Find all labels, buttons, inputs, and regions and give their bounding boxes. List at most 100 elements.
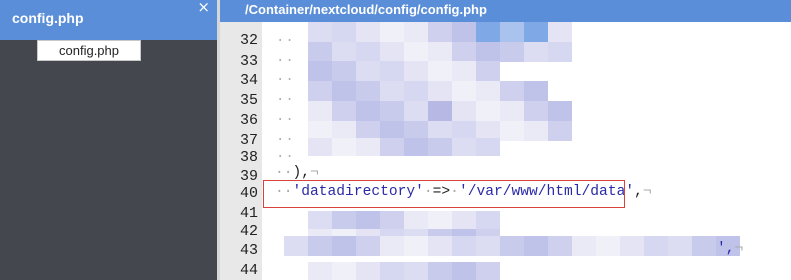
redaction-block <box>332 236 356 256</box>
redaction-block <box>308 101 332 121</box>
indent-marker: ·· <box>276 112 295 128</box>
redaction-block <box>572 236 596 256</box>
redaction-block <box>356 22 380 42</box>
code-line-43-end: ',¬ <box>717 241 743 257</box>
redaction-block <box>332 61 356 81</box>
redaction-block <box>404 236 428 256</box>
line-number: 40 <box>239 185 258 202</box>
indent-marker: ·· <box>276 92 295 108</box>
indent-marker: ·· <box>276 53 295 69</box>
redaction-block <box>452 262 476 280</box>
redaction-block <box>380 101 404 121</box>
redaction-block <box>308 42 332 62</box>
redaction-block <box>428 42 452 62</box>
line-number: 38 <box>239 149 258 166</box>
redaction-block <box>356 101 380 121</box>
redaction-block <box>620 236 644 256</box>
redaction-block <box>356 138 380 156</box>
redaction-block <box>380 236 404 256</box>
redaction-block <box>308 81 332 101</box>
redaction-block <box>380 61 404 81</box>
redaction-block <box>332 22 356 42</box>
redaction-block <box>380 81 404 101</box>
redaction-block <box>548 42 572 62</box>
editor-header: /Container/nextcloud/config/config.php <box>220 0 791 22</box>
redaction-block <box>548 101 572 121</box>
indent-marker: ·· <box>276 33 295 49</box>
redaction-block <box>452 61 476 81</box>
redaction-block <box>332 81 356 101</box>
redaction-block <box>452 42 476 62</box>
code-line-39: ··),¬ <box>275 165 319 181</box>
redaction-block <box>404 61 428 81</box>
redaction-block <box>308 262 332 280</box>
redaction-block <box>404 81 428 101</box>
indent-marker: ·· <box>276 132 295 148</box>
line-number: 41 <box>239 205 258 222</box>
redaction-block <box>668 236 692 256</box>
redaction-block <box>644 236 668 256</box>
redaction-block <box>476 138 500 156</box>
pilcrow-mark: ¬ <box>310 165 319 181</box>
redaction-block <box>404 101 428 121</box>
redaction-block <box>380 42 404 62</box>
line-comma: , <box>634 184 643 200</box>
redaction-block <box>428 211 452 231</box>
redaction-block <box>476 236 500 256</box>
redaction-block <box>380 138 404 156</box>
redaction-block <box>524 81 548 101</box>
redaction-block <box>476 81 500 101</box>
close-icon[interactable]: × <box>197 0 210 16</box>
redaction-block <box>476 22 500 42</box>
redaction-block <box>356 42 380 62</box>
line-number: 36 <box>239 112 258 129</box>
redaction-block <box>548 236 572 256</box>
redaction-block <box>332 138 356 156</box>
redaction-block <box>500 101 524 121</box>
pilcrow-mark: ¬ <box>642 184 652 200</box>
redaction-block <box>308 138 332 156</box>
line-number-gutter: 32 33 34 35 36 37 38 39 40 41 42 43 44 <box>220 22 262 280</box>
redaction-block <box>308 211 332 231</box>
code-editor[interactable]: ·· ·· ·· ·· ·· ·· ·· ··),¬ ··'datadirect… <box>262 22 791 280</box>
redaction-block <box>452 138 476 156</box>
string-end: ', <box>717 241 735 257</box>
file-tab-config[interactable]: config.php <box>37 40 141 61</box>
line-number: 44 <box>239 262 258 279</box>
highlight-box <box>263 180 625 208</box>
redaction-block <box>452 22 476 42</box>
redaction-block <box>332 101 356 121</box>
redaction-block <box>500 22 524 42</box>
redaction-block <box>476 262 500 280</box>
redaction-block <box>500 81 524 101</box>
redaction-block <box>524 101 548 121</box>
redaction-block <box>452 101 476 121</box>
redaction-block <box>476 211 500 231</box>
line-number: 34 <box>239 72 258 89</box>
redaction-block <box>548 121 572 141</box>
redaction-block <box>524 236 548 256</box>
redaction-block <box>596 236 620 256</box>
redaction-block <box>452 211 476 231</box>
redaction-block <box>524 121 548 141</box>
redaction-block <box>428 262 452 280</box>
redaction-block <box>404 138 428 156</box>
line-number: 32 <box>239 32 258 49</box>
line-number: 39 <box>239 168 258 185</box>
line-number: 35 <box>239 92 258 109</box>
redaction-block <box>452 81 476 101</box>
file-path-title: /Container/nextcloud/config/config.php <box>245 2 487 17</box>
redaction-block <box>500 236 524 256</box>
redaction-block <box>332 262 356 280</box>
redaction-block <box>404 211 428 231</box>
pilcrow-mark: ¬ <box>734 241 744 257</box>
redaction-block <box>476 61 500 81</box>
redaction-block <box>404 262 428 280</box>
redaction-block <box>500 42 524 62</box>
line-number: 43 <box>239 242 258 259</box>
redaction-block <box>308 22 332 42</box>
redaction-block <box>428 22 452 42</box>
redaction-block <box>404 22 428 42</box>
line-number: 33 <box>239 53 258 70</box>
redaction-block <box>332 42 356 62</box>
